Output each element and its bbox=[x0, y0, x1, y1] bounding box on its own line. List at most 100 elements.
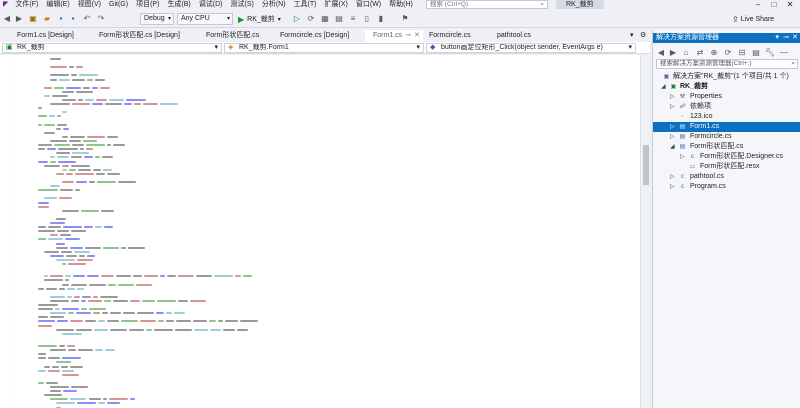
tree-item-form-shape[interactable]: ◢ ▤ Form形状匹配.cs bbox=[653, 142, 800, 152]
platform-value: Any CPU bbox=[181, 15, 210, 22]
maximize-icon[interactable]: □ bbox=[768, 0, 780, 10]
start-button[interactable]: ▶ RK_裁剪 ▾ bbox=[238, 13, 281, 25]
gear-icon[interactable]: ⚙ bbox=[640, 31, 646, 39]
tree-item-form-shape-designer[interactable]: ▷ c Form形状匹配.Designer.cs bbox=[653, 152, 800, 162]
project-dropdown[interactable]: ▣ RK_裁剪 ▾ bbox=[2, 43, 222, 53]
close-icon[interactable]: ✕ bbox=[414, 30, 420, 42]
chevron-right-icon[interactable]: ▷ bbox=[670, 92, 675, 102]
tree-item-solution[interactable]: ▣ 解决方案"RK_裁剪"(1 个项目/共 1 个) bbox=[653, 72, 800, 82]
tree-item-dependencies[interactable]: ▷ ☍ 依赖项 bbox=[653, 102, 800, 112]
tab-pathtool[interactable]: pathtool.cs bbox=[493, 30, 553, 42]
tree-item-form-shape-resx[interactable]: ▭ Form形状匹配.resx bbox=[653, 162, 800, 172]
home-icon[interactable]: ⌂ bbox=[681, 47, 691, 59]
bookmark-icon[interactable]: ⚑ bbox=[400, 13, 410, 25]
menu-analyze[interactable]: 分析(N) bbox=[258, 0, 290, 10]
menu-project[interactable]: 项目(P) bbox=[132, 0, 163, 10]
open-folder-icon[interactable]: ▰ bbox=[42, 13, 52, 25]
sync-icon[interactable]: ⟳ bbox=[723, 47, 733, 59]
tree-item-project[interactable]: ◢ ▣ RK_裁剪 bbox=[653, 82, 800, 92]
platform-select[interactable]: Any CPU ▾ bbox=[177, 13, 233, 25]
menu-window[interactable]: 窗口(W) bbox=[352, 0, 385, 10]
pending-changes-icon[interactable]: ⊕ bbox=[709, 47, 719, 59]
menu-tools[interactable]: 工具(T) bbox=[290, 0, 321, 10]
menu-help[interactable]: 帮助(H) bbox=[385, 0, 417, 10]
tab-formcircle[interactable]: Formcircle.cs bbox=[423, 30, 493, 42]
chevron-right-icon[interactable]: ▷ bbox=[670, 172, 675, 182]
save-all-icon[interactable]: ▪ bbox=[68, 13, 78, 25]
tree-item-pathtool[interactable]: ▷ c pathtool.cs bbox=[653, 172, 800, 182]
code-token bbox=[47, 148, 57, 151]
close-icon[interactable]: ✕ bbox=[792, 33, 798, 43]
hot-reload-icon[interactable]: ⟳ bbox=[306, 13, 316, 25]
close-icon[interactable]: ✕ bbox=[784, 0, 796, 10]
toolbar-icon-a[interactable]: ▦ bbox=[320, 13, 330, 25]
menu-edit[interactable]: 编辑(E) bbox=[42, 0, 73, 10]
new-project-icon[interactable]: ▣ bbox=[28, 13, 38, 25]
code-token bbox=[143, 275, 159, 278]
code-token bbox=[47, 369, 60, 372]
save-icon[interactable]: ▪ bbox=[56, 13, 66, 25]
switch-views-icon[interactable]: ⇄ bbox=[695, 47, 705, 59]
tab-form1-design[interactable]: Form1.cs [Design] bbox=[0, 30, 92, 42]
scrollbar-thumb[interactable] bbox=[643, 145, 649, 185]
back-icon[interactable]: ◀ bbox=[2, 13, 12, 25]
properties-icon[interactable]: 🔧︎ bbox=[765, 47, 775, 59]
chevron-right-icon[interactable]: ▷ bbox=[670, 182, 675, 192]
undo-icon[interactable]: ↶ bbox=[82, 13, 92, 25]
toolbar-icon-c[interactable]: ≡ bbox=[348, 13, 358, 25]
pin-icon[interactable]: ⊸ bbox=[405, 30, 411, 42]
uncomment-icon[interactable]: ▮ bbox=[376, 13, 386, 25]
chevron-down-icon[interactable]: ▾ bbox=[775, 33, 779, 43]
chevron-right-icon[interactable]: ▷ bbox=[670, 102, 675, 112]
tab-form-shape-design[interactable]: Form形状匹配.cs [Design] bbox=[92, 30, 190, 42]
class-dropdown[interactable]: ◈ RK_裁剪.Form1 ▾ bbox=[224, 43, 424, 53]
live-share-button[interactable]: ⇪ Live Share bbox=[732, 13, 774, 25]
menu-file[interactable]: 文件(F) bbox=[11, 0, 42, 10]
tree-item-ico[interactable]: ▫ 123.ico bbox=[653, 112, 800, 122]
redo-icon[interactable]: ↷ bbox=[96, 13, 106, 25]
start-without-debug-icon[interactable]: ▷ bbox=[292, 13, 302, 25]
tab-formcircle-design[interactable]: Formcircle.cs [Design] bbox=[262, 30, 365, 42]
chevron-right-icon[interactable]: ▷ bbox=[680, 152, 685, 162]
menu-build[interactable]: 生成(B) bbox=[163, 0, 194, 10]
menu-test[interactable]: 测试(S) bbox=[227, 0, 258, 10]
toolbar-icon-b[interactable]: ▤ bbox=[334, 13, 344, 25]
show-all-files-icon[interactable]: ▤ bbox=[751, 47, 761, 59]
tree-item-program[interactable]: ▷ c Program.cs bbox=[653, 182, 800, 192]
menu-extensions[interactable]: 扩展(X) bbox=[321, 0, 352, 10]
menu-view[interactable]: 视图(V) bbox=[74, 0, 105, 10]
member-dropdown[interactable]: ◆ button画定位矩形_Click(object sender, EventA… bbox=[426, 43, 636, 53]
code-editor[interactable]: · · · · · · · · · · · · · · · · · · · · · · · · · · · · · · · · · · · · · · · ·… bbox=[0, 55, 640, 408]
preview-icon[interactable]: — bbox=[779, 47, 789, 59]
code-token bbox=[38, 189, 58, 192]
code-token bbox=[94, 349, 103, 352]
menu-debug[interactable]: 调试(D) bbox=[195, 0, 227, 10]
collapse-all-icon[interactable]: ⊟ bbox=[737, 47, 747, 59]
vs-logo-icon[interactable]: ◤ bbox=[0, 0, 11, 10]
search-input[interactable]: 搜索 (Ctrl+Q) ⌕ bbox=[426, 0, 548, 9]
config-select[interactable]: Debug ▾ bbox=[140, 13, 174, 25]
chevron-right-icon[interactable]: ▷ bbox=[670, 132, 675, 142]
back-icon[interactable]: ◀ bbox=[656, 47, 666, 59]
tab-form1[interactable]: Form1.cs ⊸ ✕ bbox=[365, 30, 423, 42]
code-token bbox=[62, 373, 80, 376]
code-token bbox=[45, 381, 58, 384]
tab-overflow-icon[interactable]: ▾ bbox=[630, 31, 634, 39]
chevron-down-icon[interactable]: ◢ bbox=[670, 142, 675, 152]
forward-icon[interactable]: ▶ bbox=[668, 47, 678, 59]
chevron-right-icon[interactable]: ▷ bbox=[670, 122, 675, 132]
comment-icon[interactable]: ▯ bbox=[362, 13, 372, 25]
pin-icon[interactable]: ⊸ bbox=[783, 33, 789, 43]
tree-item-form1[interactable]: ▷ ▤ Form1.cs bbox=[653, 122, 800, 132]
tree-item-properties[interactable]: ▷ ⚒ Properties bbox=[653, 92, 800, 102]
menu-git[interactable]: Git(G) bbox=[105, 0, 132, 10]
tab-form-shape[interactable]: Form形状匹配.cs bbox=[190, 30, 262, 42]
tree-item-formcircle[interactable]: ▷ ▤ Formcircle.cs bbox=[653, 132, 800, 142]
code-area[interactable] bbox=[30, 55, 640, 408]
method-icon: ◆ bbox=[430, 44, 436, 51]
forward-icon[interactable]: ▶ bbox=[14, 13, 24, 25]
vertical-scrollbar[interactable] bbox=[640, 55, 650, 408]
chevron-down-icon[interactable]: ◢ bbox=[661, 82, 666, 92]
solution-search-input[interactable]: 搜索解决方案资源管理器(Ctrl+;) ⌕ bbox=[656, 59, 798, 69]
minimize-icon[interactable]: – bbox=[752, 0, 764, 10]
